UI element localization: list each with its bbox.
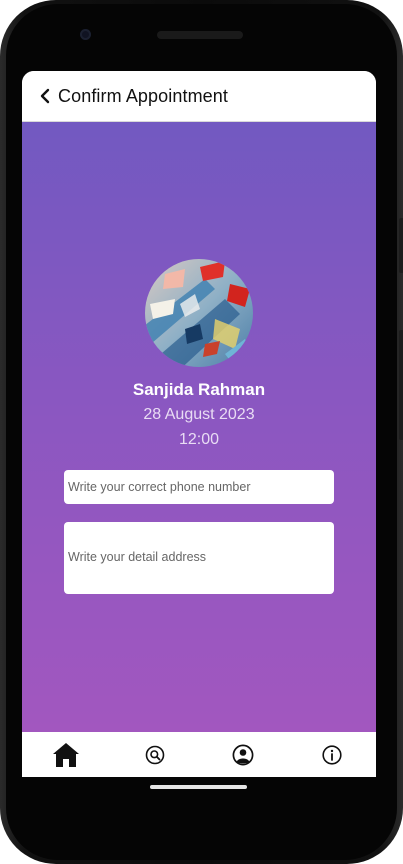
page-title: Confirm Appointment xyxy=(58,85,228,106)
patient-name: Sanjida Rahman xyxy=(132,380,266,399)
appointment-content: Sanjida Rahman 28 August 2023 12:00 xyxy=(22,122,376,732)
search-icon xyxy=(145,745,165,764)
appointment-date: 28 August 2023 xyxy=(143,406,255,423)
speaker-grille xyxy=(157,31,243,39)
home-icon xyxy=(53,742,80,767)
profile-icon xyxy=(232,744,254,765)
bottom-navigation xyxy=(22,732,376,777)
address-input[interactable] xyxy=(64,522,334,594)
phone-frame: Confirm Appointment Sanjida Rahman 28 Au… xyxy=(0,0,403,864)
info-icon xyxy=(322,744,342,765)
appointment-time: 12:00 xyxy=(178,431,220,448)
nav-profile[interactable] xyxy=(199,732,288,777)
avatar xyxy=(145,259,253,367)
front-camera xyxy=(80,29,91,40)
nav-info[interactable] xyxy=(288,732,377,777)
gesture-bar[interactable] xyxy=(150,785,247,789)
nav-home[interactable] xyxy=(22,732,111,777)
app-bar: Confirm Appointment xyxy=(22,71,376,122)
volume-button xyxy=(399,218,403,273)
phone-number-input[interactable] xyxy=(64,470,334,504)
nav-search[interactable] xyxy=(111,732,200,777)
screen: Confirm Appointment Sanjida Rahman 28 Au… xyxy=(22,71,376,777)
chevron-left-icon[interactable] xyxy=(36,85,58,107)
power-button xyxy=(399,330,403,440)
